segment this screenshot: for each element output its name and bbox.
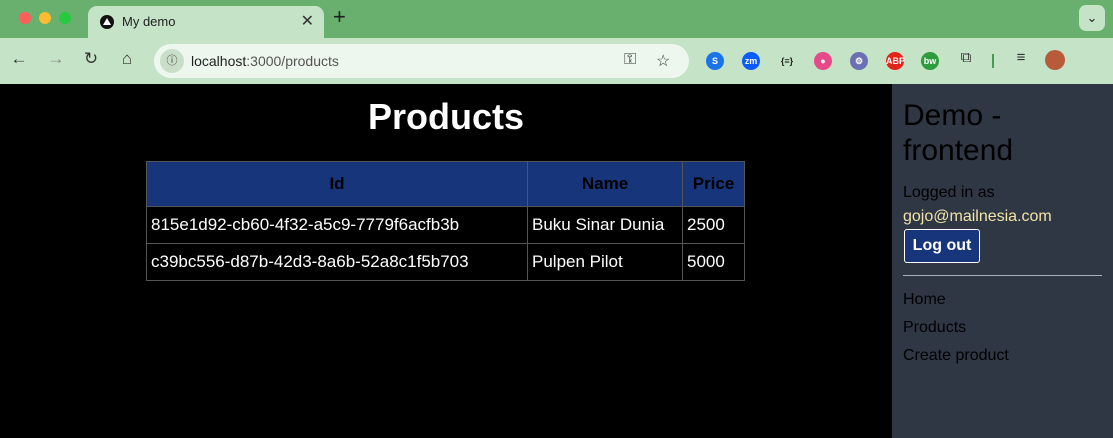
table-row: 815e1d92-cb60-4f32-a5c9-7779f6acfb3b Buk… [146, 206, 745, 244]
products-table: Id Name Price 815e1d92-cb60-4f32-a5c9-77… [146, 161, 745, 281]
cell-id: 815e1d92-cb60-4f32-a5c9-7779f6acfb3b [146, 206, 528, 244]
app-title: Demo - frontend [903, 99, 1014, 167]
browser-tab[interactable]: My demo ✕ [88, 6, 324, 38]
profile-avatar-icon[interactable] [1045, 50, 1065, 70]
cell-name: Buku Sinar Dunia [527, 206, 683, 244]
page-viewport: Products Id Name Price 815e1d92-cb60-4f3… [0, 84, 1113, 438]
circle-ext-icon[interactable]: ● [814, 52, 832, 70]
sidebar: Demo - frontend Logged in as gojo@mailne… [892, 84, 1113, 438]
column-header-id: Id [146, 161, 528, 207]
address-bar[interactable]: ⓘ localhost:3000/products ⚿ ☆ [154, 44, 689, 78]
url-text[interactable]: localhost:3000/products [191, 53, 339, 69]
sidebar-link-home[interactable]: Home [903, 291, 946, 309]
main-content: Products Id Name Price 815e1d92-cb60-4f3… [0, 84, 892, 438]
reload-icon[interactable]: ↻ [80, 49, 102, 69]
sidebar-link-products[interactable]: Products [903, 319, 966, 337]
tab-search-chevron-icon[interactable]: ⌄ [1079, 5, 1105, 31]
bookmark-star-icon[interactable]: ☆ [656, 51, 670, 71]
tab-title: My demo [122, 14, 176, 29]
bw-ext-icon[interactable]: bw [921, 52, 939, 70]
url-host: localhost [191, 53, 247, 69]
spy-ext-icon[interactable]: ⚙ [850, 52, 868, 70]
table-header-row: Id Name Price [146, 161, 745, 207]
logout-button[interactable]: Log out [904, 229, 980, 263]
minimize-window-icon[interactable] [39, 12, 51, 24]
reading-list-icon[interactable]: ≡ [1010, 49, 1032, 66]
password-key-icon[interactable]: ⚿ [624, 51, 636, 69]
cell-price: 5000 [682, 243, 745, 281]
sidebar-divider [903, 275, 1102, 276]
forward-arrow-icon[interactable]: → [45, 49, 67, 69]
close-window-icon[interactable] [19, 12, 31, 24]
browser-toolbar: ← → ↻ ⌂ ⓘ localhost:3000/products ⚿ ☆ Sz… [0, 38, 1113, 84]
back-arrow-icon[interactable]: ← [8, 49, 30, 69]
abp-ext-icon[interactable]: ABP [886, 52, 905, 70]
zm-ext-icon[interactable]: zm [742, 52, 760, 70]
toolbar-divider [992, 54, 994, 68]
column-header-name: Name [527, 161, 683, 207]
user-email: gojo@mailnesia.com [903, 208, 1052, 225]
logged-in-label: Logged in as [903, 184, 995, 201]
home-icon[interactable]: ⌂ [116, 49, 138, 69]
vercel-favicon-icon [100, 15, 114, 29]
new-tab-icon[interactable]: + [333, 6, 346, 28]
page-title: Products [367, 96, 525, 137]
json-ext-icon[interactable]: {≡} [778, 52, 796, 70]
site-info-icon[interactable]: ⓘ [160, 49, 184, 73]
tab-close-icon[interactable]: ✕ [301, 11, 314, 31]
s-ext-icon[interactable]: S [706, 52, 724, 70]
extensions-puzzle-icon[interactable]: ⧉ [955, 49, 977, 66]
cell-id: c39bc556-d87b-42d3-8a6b-52a8c1f5b703 [146, 243, 528, 281]
maximize-window-icon[interactable] [59, 12, 71, 24]
sidebar-link-create-product[interactable]: Create product [903, 347, 1009, 365]
table-row: c39bc556-d87b-42d3-8a6b-52a8c1f5b703 Pul… [146, 243, 745, 281]
column-header-price: Price [682, 161, 745, 207]
browser-tab-strip: My demo ✕ + ⌄ [0, 0, 1113, 38]
cell-price: 2500 [682, 206, 745, 244]
url-path: :3000/products [246, 53, 339, 69]
cell-name: Pulpen Pilot [527, 243, 683, 281]
